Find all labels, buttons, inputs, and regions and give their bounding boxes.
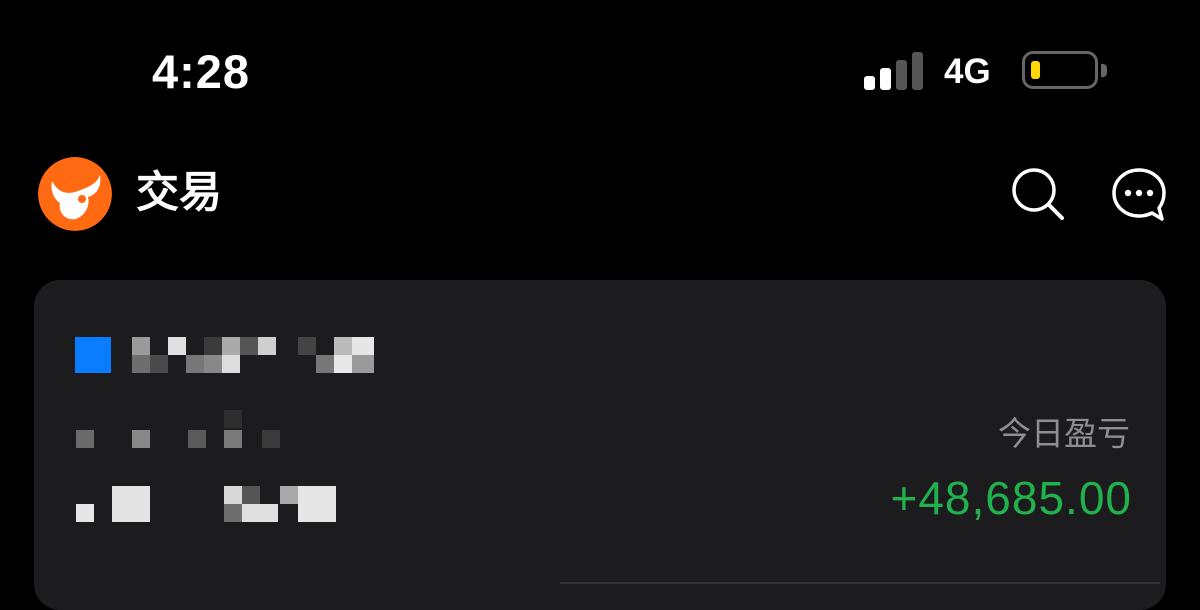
today-pnl-label: 今日盈亏: [998, 414, 1130, 453]
account-card[interactable]: 今日盈亏 +48,685.00: [34, 280, 1166, 610]
status-bar: 4:28 4G: [0, 0, 1200, 140]
bull-logo-icon[interactable]: [38, 157, 112, 231]
battery-level: [1031, 61, 1040, 79]
account-color-marker: [75, 337, 111, 373]
signal-strength-icon: [864, 52, 926, 90]
battery-cap: [1101, 64, 1107, 77]
message-icon[interactable]: [1110, 166, 1168, 224]
divider: [560, 582, 1160, 584]
network-type: 4G: [944, 52, 991, 91]
search-icon[interactable]: [1010, 166, 1066, 222]
status-time: 4:28: [152, 45, 251, 98]
battery-icon: [1022, 51, 1098, 89]
app-header: 交易: [0, 150, 1200, 240]
today-pnl-value: +48,685.00: [890, 472, 1132, 524]
page-title: 交易: [136, 168, 222, 218]
